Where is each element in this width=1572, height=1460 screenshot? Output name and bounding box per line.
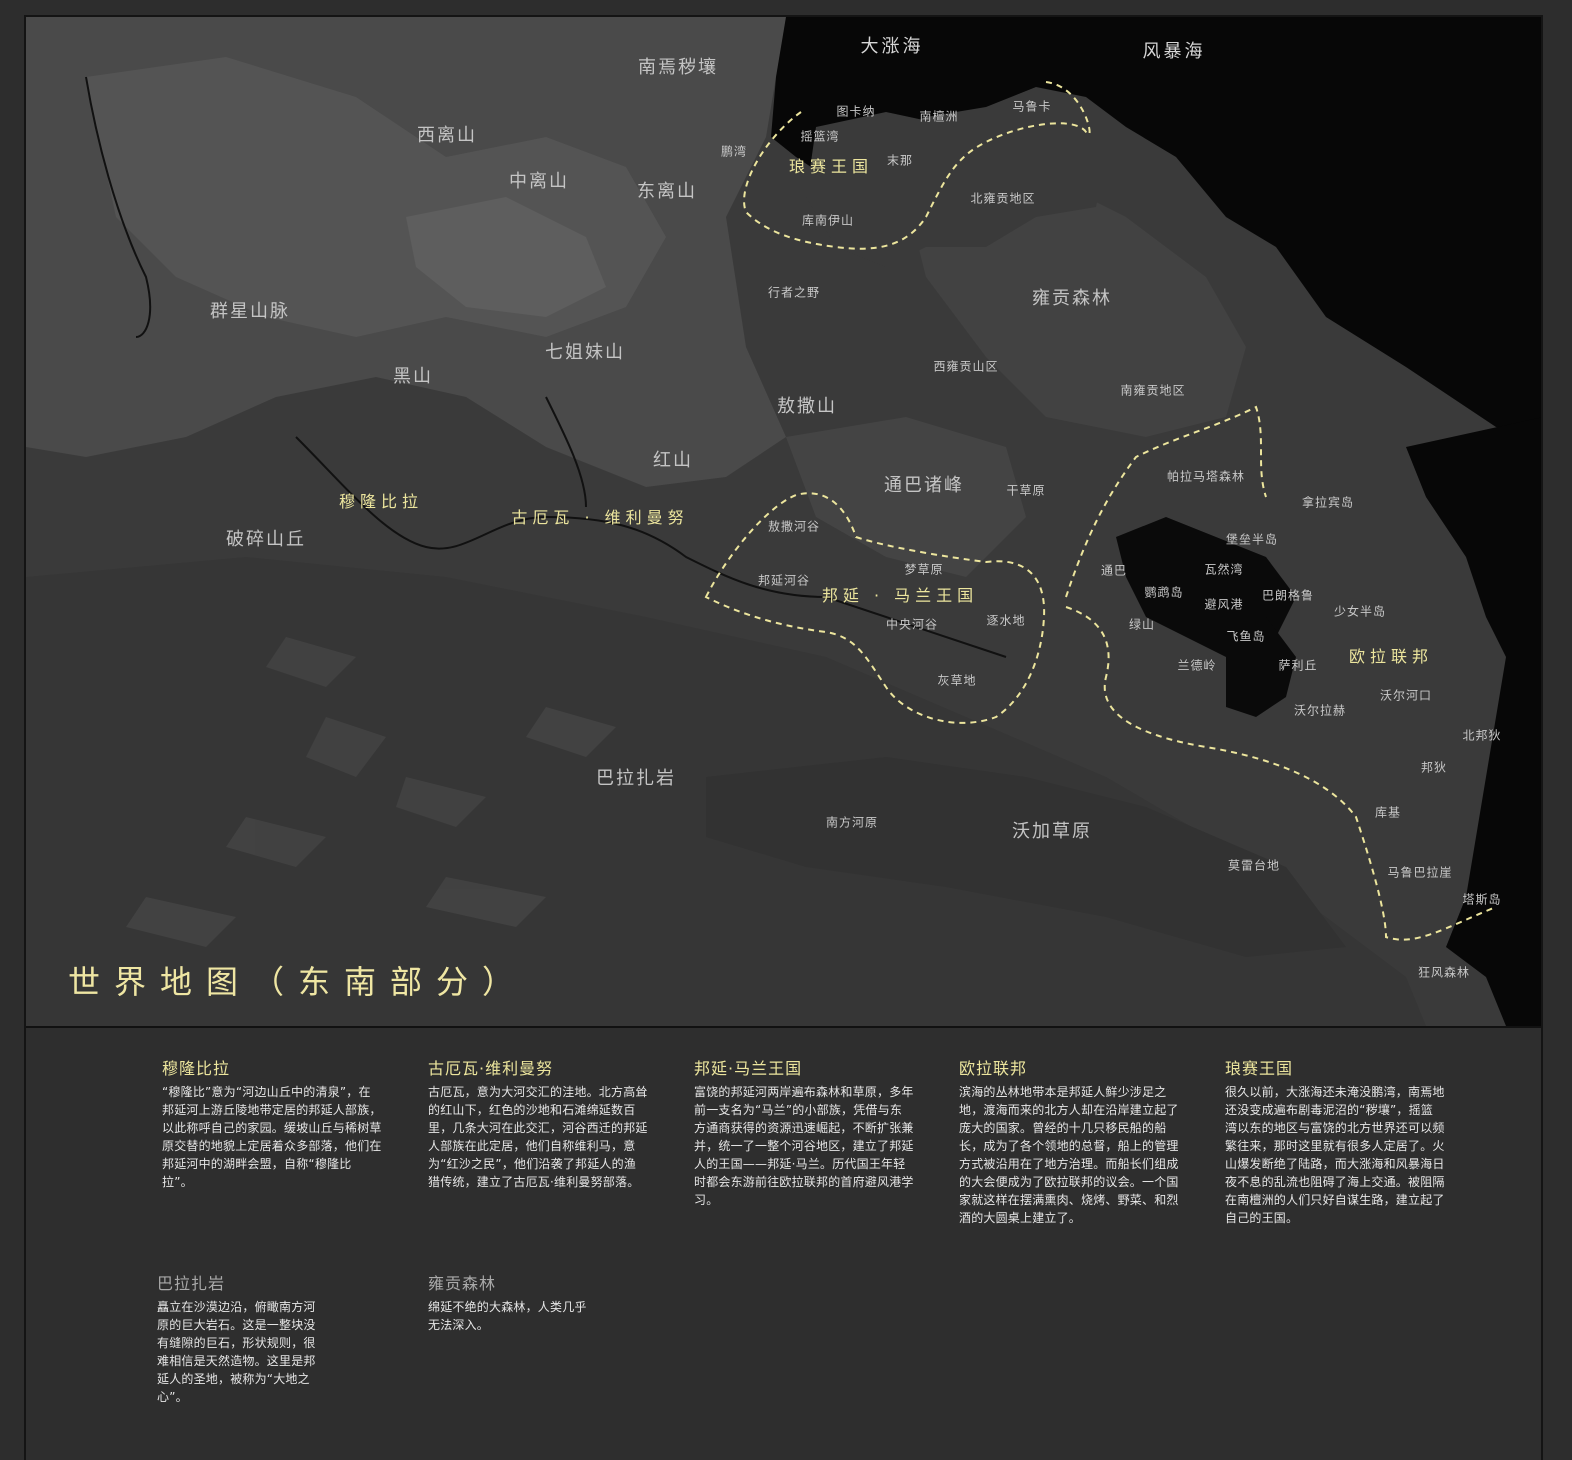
info-card-bangyan: 邦延·马兰王国 富饶的邦延河两岸遍布森林和草原，多年前一支名为“马兰”的小部族，… xyxy=(694,1059,914,1209)
region-label-bala: 巴拉扎岩 xyxy=(596,768,676,789)
map-poster-frame: 大涨海 风暴海 南焉秽壤 西离山 中离山 东离山 群星山脉 七姐妹山 黑山 敖撒… xyxy=(24,15,1543,1460)
place-label-maluka: 马鲁卡 xyxy=(1012,99,1052,114)
place-label-kunan: 库南伊山 xyxy=(801,213,855,228)
place-label-balang: 巴朗格鲁 xyxy=(1261,588,1315,603)
info-card-title: 琅赛王国 xyxy=(1225,1059,1294,1078)
info-card-title: 穆隆比拉 xyxy=(162,1059,231,1078)
place-label-lande: 兰德岭 xyxy=(1177,658,1217,673)
place-label-beibang: 北邦狄 xyxy=(1462,728,1502,743)
region-label-qunxing: 群星山脉 xyxy=(210,301,290,322)
info-card-gueva: 古厄瓦·维利曼努 古厄瓦，意为大河交汇的洼地。北方高耸的红山下，红色的沙地和石滩… xyxy=(428,1059,648,1191)
info-card-yonggong: 雍贡森林 绵延不绝的大森林，人类几乎无法深入。 xyxy=(428,1274,588,1334)
info-card-body: 富饶的邦延河两岸遍布森林和草原，多年前一支名为“马兰”的小部族，凭借与东方通商获… xyxy=(694,1085,914,1207)
region-label-zhongli: 中离山 xyxy=(509,171,569,192)
info-card-title: 欧拉联邦 xyxy=(959,1059,1028,1078)
kingdom-label-langsai: 琅赛王国 xyxy=(788,157,874,176)
kingdom-label-oula: 欧拉联邦 xyxy=(1348,647,1434,666)
place-label-zhongyang: 中央河谷 xyxy=(885,617,939,632)
place-label-molei: 莫雷台地 xyxy=(1227,858,1281,873)
info-card-body: 古厄瓦，意为大河交汇的洼地。北方高耸的红山下，红色的沙地和石滩绵延数百里，几条大… xyxy=(428,1085,648,1189)
info-card-body: 绵延不绝的大森林，人类几乎无法深入。 xyxy=(428,1300,587,1332)
place-label-lvshan: 绿山 xyxy=(1128,617,1156,632)
place-label-nanfang: 南方河原 xyxy=(825,815,879,830)
region-label-xili: 西离山 xyxy=(417,125,477,146)
info-panel: 穆隆比拉 “穆隆比”意为“河边山丘中的清泉”，在邦延河上游丘陵地带定居的邦延人部… xyxy=(26,1028,1541,1460)
region-label-tongba: 通巴诸峰 xyxy=(884,475,964,496)
place-label-malula: 马鲁巴拉崖 xyxy=(1387,865,1453,880)
place-label-huicao: 灰草地 xyxy=(937,673,977,688)
place-label-kuangfeng: 狂风森林 xyxy=(1417,965,1471,980)
place-label-xingzhe: 行者之野 xyxy=(767,285,821,300)
info-card-title: 邦延·马兰王国 xyxy=(694,1059,803,1078)
place-label-aosagu: 敖撒河谷 xyxy=(767,519,821,534)
sea-label-fengbao: 风暴海 xyxy=(1142,41,1206,62)
place-label-tongbap: 通巴 xyxy=(1100,563,1128,578)
info-card-body: 滨海的丛林地带本是邦延人鲜少涉足之地，渡海而来的北方人却在沿岸建立起了庞大的国家… xyxy=(959,1085,1179,1225)
place-label-nantan: 南檀洲 xyxy=(919,109,959,124)
region-label-aosa: 敖撒山 xyxy=(777,396,837,417)
region-label-heishan: 黑山 xyxy=(393,366,433,387)
place-label-woerla: 沃尔拉赫 xyxy=(1293,703,1347,718)
place-label-bangyangu: 邦延河谷 xyxy=(757,573,811,588)
place-label-saliqiu: 萨利丘 xyxy=(1278,658,1318,673)
kingdom-label-bangyan: 邦延 · 马兰王国 xyxy=(821,586,979,605)
info-card-body: 很久以前，大涨海还未淹没鹏湾，南焉地还没变成遍布剧毒泥沼的“秽壤”，摇篮湾以东的… xyxy=(1225,1085,1445,1225)
map-panel[interactable]: 大涨海 风暴海 南焉秽壤 西离山 中离山 东离山 群星山脉 七姐妹山 黑山 敖撒… xyxy=(26,17,1541,1028)
place-label-feiyu: 飞鱼岛 xyxy=(1226,629,1266,644)
place-label-tasi: 塔斯岛 xyxy=(1462,892,1502,907)
place-label-pengwan: 鹏湾 xyxy=(720,144,748,159)
place-label-yaolan: 摇篮湾 xyxy=(800,129,840,144)
region-label-posui: 破碎山丘 xyxy=(226,529,306,550)
info-card-body: “穆隆比”意为“河边山丘中的清泉”，在邦延河上游丘陵地带定居的邦延人部族，以此称… xyxy=(162,1085,382,1189)
region-label-hongshan: 红山 xyxy=(653,450,693,471)
place-label-baolei: 堡垒半岛 xyxy=(1225,532,1279,547)
place-label-waran: 瓦然湾 xyxy=(1204,562,1244,577)
place-label-bifeng: 避风港 xyxy=(1204,597,1244,612)
region-label-dongli: 东离山 xyxy=(637,181,697,202)
place-label-beiyong: 北雍贡地区 xyxy=(970,191,1036,206)
place-label-mona: 末那 xyxy=(886,153,914,168)
place-label-xiyong: 西雍贡山区 xyxy=(933,359,999,374)
place-label-shaonv: 少女半岛 xyxy=(1333,604,1387,619)
region-label-wojia: 沃加草原 xyxy=(1012,821,1092,842)
place-label-pala: 帕拉马塔森林 xyxy=(1166,469,1246,484)
region-label-qijie: 七姐妹山 xyxy=(545,342,625,363)
region-label-yonggong: 雍贡森林 xyxy=(1032,288,1112,309)
place-label-zhushui: 逐水地 xyxy=(986,613,1026,628)
info-card-body: 矗立在沙漠边沿，俯瞰南方河原的巨大岩石。这是一整块没有缝隙的巨石，形状规则，很难… xyxy=(157,1300,316,1404)
kingdom-label-gueva: 古厄瓦 · 维利曼努 xyxy=(511,508,689,527)
info-card-oula: 欧拉联邦 滨海的丛林地带本是邦延人鲜少涉足之地，渡海而来的北方人却在沿岸建立起了… xyxy=(959,1059,1179,1227)
place-label-bangdi: 邦狄 xyxy=(1420,760,1448,775)
place-label-woerkou: 沃尔河口 xyxy=(1379,688,1433,703)
info-card-bala: 巴拉扎岩 矗立在沙漠边沿，俯瞰南方河原的巨大岩石。这是一整块没有缝隙的巨石，形状… xyxy=(157,1274,317,1406)
place-label-kuji: 库基 xyxy=(1374,805,1402,820)
kingdom-label-mulong: 穆隆比拉 xyxy=(338,492,424,511)
info-card-title: 古厄瓦·维利曼努 xyxy=(428,1059,554,1078)
place-label-nanyong: 南雍贡地区 xyxy=(1120,383,1186,398)
place-label-ganchao: 干草原 xyxy=(1006,483,1046,498)
info-card-mulong: 穆隆比拉 “穆隆比”意为“河边山丘中的清泉”，在邦延河上游丘陵地带定居的邦延人部… xyxy=(162,1059,382,1191)
info-card-title: 雍贡森林 xyxy=(428,1274,497,1293)
sea-label-dazhang: 大涨海 xyxy=(860,36,924,57)
region-label-nanyan: 南焉秽壤 xyxy=(638,57,718,78)
place-label-tukana: 图卡纳 xyxy=(836,104,876,119)
info-card-title: 巴拉扎岩 xyxy=(157,1274,226,1293)
place-label-yingwu: 鹦鹉岛 xyxy=(1144,585,1184,600)
place-label-mengcao: 梦草原 xyxy=(904,562,944,577)
place-label-nala: 拿拉宾岛 xyxy=(1301,495,1355,510)
map-title: 世界地图（东南部分） xyxy=(68,963,529,1001)
info-card-langsai: 琅赛王国 很久以前，大涨海还未淹没鹏湾，南焉地还没变成遍布剧毒泥沼的“秽壤”，摇… xyxy=(1225,1059,1445,1227)
